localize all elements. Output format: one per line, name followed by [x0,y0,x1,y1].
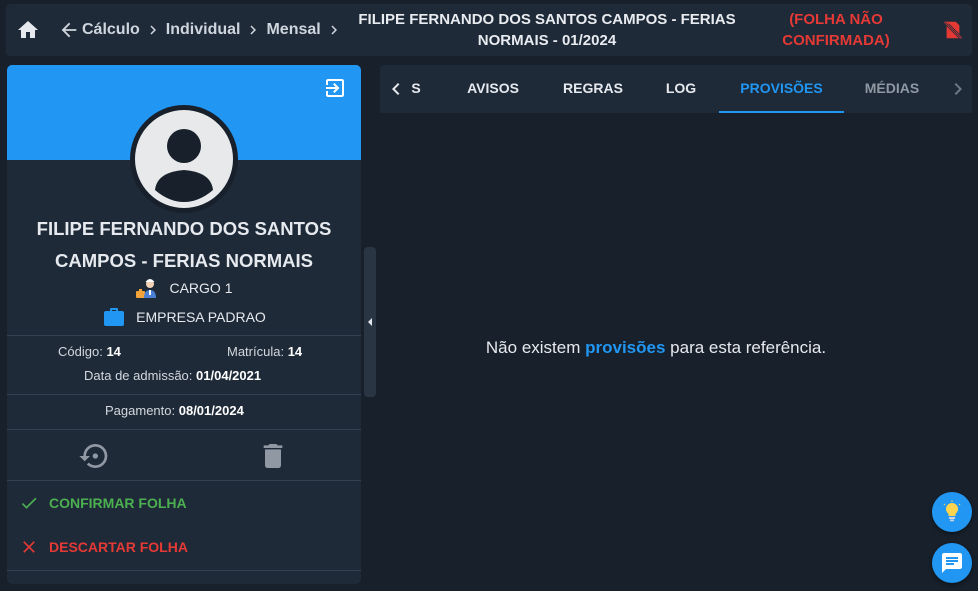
worker-icon [136,279,157,298]
pagamento-value: 08/01/2024 [178,403,244,418]
divider [7,570,361,571]
chevron-right-icon [250,25,257,35]
check-icon [21,497,37,509]
avatar [130,105,238,213]
exit-icon[interactable] [323,76,347,100]
admissao-value: 01/04/2021 [196,368,262,383]
page-title-line1: FILIPE FERNANDO DOS SANTOS CAMPOS - FERI… [358,11,736,28]
top-bar: Cálculo Individual Mensal FILIPE FERNAND… [6,4,972,56]
tab-provisoes[interactable]: PROVISÕES [719,65,844,113]
cargo-label: CARGO 1 [169,280,233,296]
codigo-label: Código: [58,344,103,359]
collapse-panel-handle[interactable] [364,247,376,397]
codigo-value: 14 [106,344,121,359]
breadcrumb-individual[interactable]: Individual [166,21,241,39]
tab-log[interactable]: LOG [650,65,712,113]
admissao-info: Data de admissão: 01/04/2021 [84,368,261,383]
confirm-folha-button[interactable]: CONFIRMAR FOLHA [19,491,187,515]
history-icon[interactable] [78,440,110,472]
divider [7,394,361,395]
tab-bar: S AVISOS REGRAS LOG PROVISÕES MÉDIAS [380,65,972,113]
doc-off-icon [944,21,962,39]
tab-regras[interactable]: REGRAS [550,65,636,113]
chevron-right-icon [331,25,337,35]
arrow-back-icon[interactable] [58,19,80,41]
chevron-left-icon [368,318,372,326]
employee-name: FILIPE FERNANDO DOS SANTOS CAMPOS - FERI… [17,213,351,277]
divider [7,335,361,336]
matricula-label: Matrícula: [227,344,285,359]
cargo-row: CARGO 1 [7,276,361,300]
empresa-row: EMPRESA PADRAO [7,305,361,329]
breadcrumb: Cálculo Individual Mensal [58,18,347,42]
tab-avisos[interactable]: AVISOS [450,65,536,113]
pagamento-info: Pagamento: 08/01/2024 [105,403,244,418]
empty-highlight: provisões [585,338,666,357]
status-line1: (FOLHA NÃO [789,11,883,28]
empresa-label: EMPRESA PADRAO [136,309,266,325]
employee-name-line2: CAMPOS - FERIAS NORMAIS [55,250,313,271]
tab-medias[interactable]: MÉDIAS [850,65,934,113]
home-icon[interactable] [16,18,40,42]
user-icon [155,129,213,202]
pagamento-label: Pagamento: [105,403,176,418]
chat-button[interactable] [932,543,972,583]
matricula-value: 14 [287,344,303,359]
chevron-left-icon[interactable] [384,77,408,101]
codigo-info: Código: 14 [58,344,121,359]
empty-post: para esta referência. [670,338,827,357]
status-badge: (FOLHA NÃO CONFIRMADA) [776,9,896,51]
briefcase-icon [104,308,125,326]
employee-name-line1: FILIPE FERNANDO DOS SANTOS [36,218,332,239]
chat-icon [942,553,962,573]
empty-pre: Não existem [485,338,581,357]
tab-s[interactable]: S [406,65,426,113]
action-icons [7,430,361,480]
lightbulb-icon [943,500,961,522]
tips-button[interactable] [932,492,972,532]
employee-card: FILIPE FERNANDO DOS SANTOS CAMPOS - FERI… [7,65,361,584]
chevron-right-icon [150,25,156,35]
status-line2: CONFIRMADA) [782,32,890,49]
discard-folha-label: DESCARTAR FOLHA [49,539,188,555]
empty-state-message: Não existem provisões para esta referênc… [380,338,932,358]
confirm-folha-label: CONFIRMAR FOLHA [49,495,187,511]
breadcrumb-calculo[interactable]: Cálculo [82,21,140,39]
admissao-label: Data de admissão: [84,368,193,383]
divider [7,480,361,481]
breadcrumb-mensal[interactable]: Mensal [266,21,320,39]
discard-folha-button[interactable]: DESCARTAR FOLHA [19,535,188,559]
page-title-line2: NORMAIS - 01/2024 [477,32,617,49]
matricula-info: Matrícula: 14 [227,344,302,359]
close-icon [23,541,35,553]
trash-icon[interactable] [257,440,289,472]
page-title: FILIPE FERNANDO DOS SANTOS CAMPOS - FERI… [342,9,752,51]
chevron-right-icon[interactable] [946,77,970,101]
